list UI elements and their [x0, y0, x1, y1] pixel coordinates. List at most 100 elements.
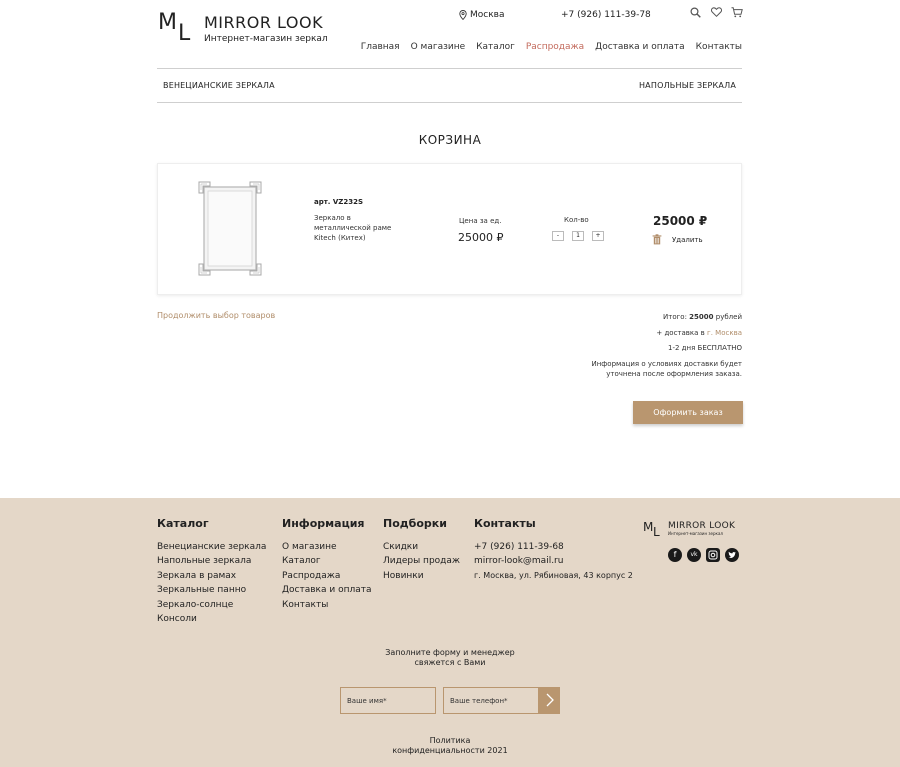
- footer-phone[interactable]: +7 (926) 111-39-68: [474, 540, 633, 554]
- delivery-city-link[interactable]: г. Москва: [707, 329, 742, 337]
- site-logo[interactable]: M L MIRROR LOOK Интернет-магазин зеркал: [158, 12, 328, 46]
- product-description[interactable]: Зеркало в металлической раме Kitech (Кит…: [314, 213, 409, 243]
- callback-form-text-line1: Заполните форму и менеджер: [385, 648, 515, 657]
- search-icon[interactable]: [689, 7, 701, 21]
- callback-form: [340, 687, 560, 714]
- name-input[interactable]: [340, 687, 436, 714]
- footer-picks-title: Подборки: [383, 517, 447, 530]
- nav-catalog[interactable]: Каталог: [476, 42, 515, 52]
- page: M L MIRROR LOOK Интернет-магазин зеркал …: [0, 0, 900, 767]
- footer-link[interactable]: Распродажа: [282, 569, 372, 583]
- location-pin-icon: [459, 10, 467, 20]
- footer-logo-title: MIRROR LOOK: [668, 521, 736, 531]
- footer-logo-subtitle: Интернет-магазин зеркал: [668, 531, 723, 536]
- footer-link[interactable]: Зеркало-солнце: [157, 598, 266, 612]
- quantity-minus-button[interactable]: -: [552, 231, 564, 241]
- product-image[interactable]: [198, 181, 262, 276]
- nav-sale[interactable]: Распродажа: [526, 42, 584, 52]
- summary-total-prefix: Итого:: [663, 313, 687, 321]
- order-summary: Итого: 25000 рублей + доставка в г. Моск…: [572, 310, 742, 379]
- delivery-info: Информация о условиях доставки будет уто…: [591, 359, 742, 378]
- summary-delivery-line: + доставка в г. Москва: [572, 326, 742, 342]
- trash-icon: [652, 234, 662, 245]
- twitter-icon[interactable]: [725, 548, 739, 562]
- heart-icon[interactable]: [710, 7, 722, 21]
- main-nav: Главная О магазине Каталог Распродажа До…: [361, 42, 742, 52]
- privacy-policy-line2: конфиденциальности 2021: [392, 746, 508, 755]
- social-links: f vk: [668, 548, 739, 562]
- callback-form-text: Заполните форму и менеджер свяжется с Ва…: [0, 648, 900, 668]
- category-bar: ВЕНЕЦИАНСКИЕ ЗЕРКАЛА НАПОЛЬНЫЕ ЗЕРКАЛА: [157, 68, 742, 103]
- checkout-button[interactable]: Оформить заказ: [633, 401, 743, 424]
- footer-contacts: Контакты +7 (926) 111-39-68 mirror-look@…: [474, 517, 633, 583]
- category-floor-mirrors[interactable]: НАПОЛЬНЫЕ ЗЕРКАЛА: [639, 81, 736, 90]
- summary-total-line: Итого: 25000 рублей: [572, 310, 742, 326]
- footer-link[interactable]: Венецианские зеркала: [157, 540, 266, 554]
- footer-picks: Подборки Скидки Лидеры продаж Новинки: [383, 517, 460, 583]
- footer-logo-mark: M L: [643, 521, 663, 539]
- continue-shopping-link[interactable]: Продолжить выбор товаров: [157, 311, 275, 320]
- footer-contacts-title: Контакты: [474, 517, 536, 530]
- vk-icon[interactable]: vk: [687, 548, 701, 562]
- footer-logo[interactable]: M L MIRROR LOOK Интернет-магазин зеркал: [643, 521, 735, 539]
- delivery-terms: 1-2 дня БЕСПЛАТНО: [668, 344, 742, 352]
- delete-label: Удалить: [672, 235, 703, 244]
- summary-total-value: 25000: [689, 313, 714, 321]
- page-title: КОРЗИНА: [418, 133, 482, 147]
- city-label: Москва: [470, 10, 505, 20]
- footer-link[interactable]: Скидки: [383, 540, 460, 554]
- logo-mark-l: L: [178, 21, 191, 46]
- facebook-icon[interactable]: f: [668, 548, 682, 562]
- footer-address: г. Москва, ул. Рябиновая, 43 корпус 2: [474, 570, 633, 580]
- header-phone[interactable]: +7 (926) 111-39-78: [561, 10, 651, 20]
- quantity-label: Кол-во: [564, 216, 589, 224]
- footer-link[interactable]: О магазине: [282, 540, 372, 554]
- footer-link[interactable]: Контакты: [282, 598, 372, 612]
- nav-about[interactable]: О магазине: [411, 42, 466, 52]
- footer-email[interactable]: mirror-look@mail.ru: [474, 554, 633, 568]
- footer-link[interactable]: Лидеры продаж: [383, 554, 460, 568]
- item-total: 25000 ₽: [653, 214, 708, 228]
- footer-link[interactable]: Доставка и оплата: [282, 583, 372, 597]
- cart-icon[interactable]: [731, 7, 743, 21]
- footer-link[interactable]: Напольные зеркала: [157, 554, 266, 568]
- nav-delivery[interactable]: Доставка и оплата: [595, 42, 685, 52]
- submit-arrow-button[interactable]: [539, 687, 560, 714]
- summary-total-suffix: рублей: [715, 313, 742, 321]
- logo-mark-m: M: [158, 10, 177, 35]
- chevron-right-icon: [546, 693, 554, 707]
- instagram-icon[interactable]: [706, 548, 720, 562]
- footer-link[interactable]: Консоли: [157, 612, 266, 626]
- privacy-policy-link[interactable]: Политика конфиденциальности 2021: [0, 736, 900, 756]
- nav-contacts[interactable]: Контакты: [696, 42, 742, 52]
- product-article: арт. VZ232S: [314, 198, 364, 206]
- cart-item-card: арт. VZ232S Зеркало в металлической раме…: [157, 163, 742, 295]
- unit-price: 25000 ₽: [458, 231, 504, 244]
- footer-logo-mark-l: L: [653, 525, 660, 539]
- delete-item-button[interactable]: Удалить: [652, 234, 703, 245]
- footer-catalog-title: Каталог: [157, 517, 209, 530]
- footer-link[interactable]: Новинки: [383, 569, 460, 583]
- footer-link[interactable]: Зеркальные панно: [157, 583, 266, 597]
- footer-link[interactable]: Каталог: [282, 554, 372, 568]
- city-selector[interactable]: Москва: [459, 10, 504, 20]
- privacy-policy-line1: Политика: [429, 736, 471, 745]
- footer-catalog: Каталог Венецианские зеркала Напольные з…: [157, 517, 266, 626]
- delivery-prefix: + доставка в: [656, 328, 705, 337]
- footer-logo-mark-m: M: [643, 520, 654, 534]
- unit-price-label: Цена за ед.: [459, 217, 502, 225]
- quantity-plus-button[interactable]: +: [592, 231, 604, 241]
- footer-link[interactable]: Зеркала в рамах: [157, 569, 266, 583]
- logo-mark: M L: [158, 12, 196, 46]
- category-venetian-mirrors[interactable]: ВЕНЕЦИАНСКИЕ ЗЕРКАЛА: [163, 81, 275, 90]
- nav-home[interactable]: Главная: [361, 42, 400, 52]
- quantity-stepper: - 1 +: [552, 231, 604, 241]
- footer-info-title: Информация: [282, 517, 365, 530]
- footer-info: Информация О магазине Каталог Распродажа…: [282, 517, 372, 612]
- callback-form-text-line2: свяжется с Вами: [414, 658, 486, 667]
- logo-title: MIRROR LOOK: [204, 13, 324, 32]
- quantity-value[interactable]: 1: [572, 231, 584, 241]
- footer: Каталог Венецианские зеркала Напольные з…: [0, 498, 900, 767]
- phone-input[interactable]: [443, 687, 539, 714]
- logo-subtitle: Интернет-магазин зеркал: [204, 34, 328, 44]
